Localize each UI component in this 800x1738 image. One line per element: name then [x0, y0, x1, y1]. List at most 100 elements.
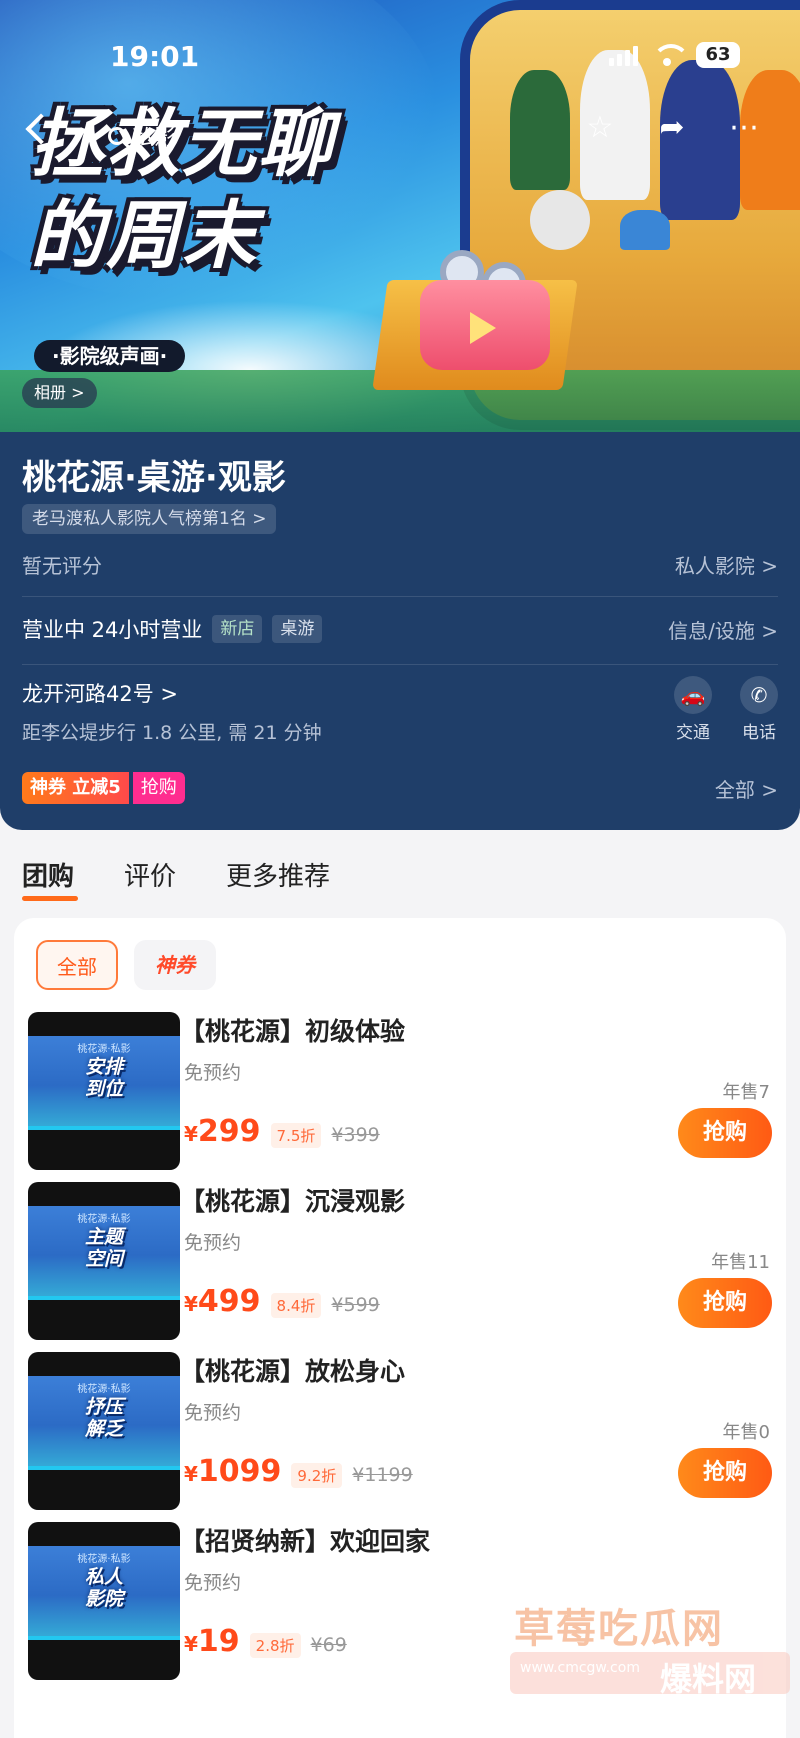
filter-all[interactable]: 全部: [36, 940, 118, 990]
watermark-text: 草莓吃瓜网: [514, 1606, 724, 1652]
category-link[interactable]: 私人影院 >: [675, 550, 778, 579]
hero-banner[interactable]: 拯救无聊 的周末 ·影院级声画· 相册 > 19:01 63 私影 ☆ ➦ ⋯: [0, 0, 800, 440]
coupon-grab-button[interactable]: 抢购: [132, 772, 185, 804]
deal-discount: 2.8折: [249, 1633, 301, 1658]
deal-thumbnail: 桃花源·私影 抒压 解乏: [28, 1352, 180, 1510]
tab-reviews[interactable]: 评价: [124, 856, 176, 893]
transport-button[interactable]: 🚗 交通: [674, 676, 712, 743]
deal-price: 1099: [197, 1454, 282, 1489]
currency-symbol: ¥: [184, 1632, 198, 1656]
watermark-text: 爆料网: [660, 1660, 757, 1698]
deal-subtitle: 免预约: [184, 1232, 242, 1254]
contact-actions: 🚗 交通 ✆ 电话: [674, 676, 778, 743]
album-button[interactable]: 相册 >: [22, 378, 97, 408]
deal-title: 【桃花源】沉浸观影: [180, 1187, 406, 1216]
deal-item[interactable]: 桃花源·私影 主题 空间 【桃花源】沉浸观影 免预约 ¥ 499 8.4折 ¥5…: [14, 1176, 786, 1346]
deal-discount: 8.4折: [270, 1293, 322, 1318]
deal-title: 【桃花源】放松身心: [180, 1357, 406, 1386]
thumbnail-stripe: [28, 1296, 180, 1300]
coupon-banner[interactable]: 神券 立减5 抢购: [22, 772, 185, 804]
deal-sold-count: 年售0: [722, 1422, 770, 1443]
currency-symbol: ¥: [184, 1292, 198, 1316]
deal-price-row: ¥ 299 7.5折 ¥399: [184, 1114, 380, 1149]
info-facilities-link[interactable]: 信息/设施 >: [668, 615, 778, 644]
deal-item[interactable]: 桃花源·私影 安排 到位 【桃花源】初级体验 免预约 ¥ 299 7.5折 ¥3…: [14, 1006, 786, 1176]
deal-price-row: ¥ 19 2.8折 ¥69: [184, 1624, 347, 1659]
tab-more-recommendations[interactable]: 更多推荐: [226, 856, 330, 893]
divider: [22, 596, 778, 597]
hero-title: 拯救无聊 的周末: [30, 98, 450, 282]
thumbnail-stripe: [28, 1126, 180, 1130]
signal-icon: [609, 44, 638, 66]
coupon-discount: 神券 立减5: [22, 772, 129, 804]
buy-button[interactable]: 抢购: [678, 1448, 772, 1498]
car-icon: 🚗: [674, 676, 712, 714]
deal-discount: 7.5折: [270, 1123, 322, 1148]
divider: [22, 664, 778, 665]
deal-thumbnail: 桃花源·私影 安排 到位: [28, 1012, 180, 1170]
currency-symbol: ¥: [184, 1122, 198, 1146]
thumbnail-brand: 桃花源·私影: [77, 1214, 131, 1225]
thumbnail-stripe: [28, 1466, 180, 1470]
transport-label: 交通: [676, 723, 710, 743]
more-icon[interactable]: ⋯: [728, 112, 760, 144]
search-bar[interactable]: 私影: [108, 120, 176, 152]
thumbnail-caption-line: 抒压: [84, 1396, 123, 1418]
status-indicators: 63: [609, 42, 740, 68]
search-icon: [108, 127, 126, 145]
hours-group: 营业中 24小时营业 新店 桌游: [22, 614, 323, 644]
all-coupons-link[interactable]: 全部 >: [715, 774, 778, 803]
deal-price: 19: [197, 1624, 240, 1659]
filter-coupon[interactable]: 神券: [134, 940, 216, 990]
deal-price: 299: [197, 1114, 261, 1149]
thumbnail-caption-line: 安排: [84, 1056, 123, 1078]
deal-price-row: ¥ 499 8.4折 ¥599: [184, 1284, 380, 1319]
hours-row[interactable]: 营业中 24小时营业 新店 桌游 信息/设施 >: [22, 606, 778, 652]
thumbnail-caption-line: 影院: [84, 1588, 123, 1610]
tab-group-buy[interactable]: 团购: [22, 856, 74, 893]
address-text[interactable]: 龙开河路42号 >: [22, 678, 322, 708]
thumbnail-brand: 桃花源·私影: [77, 1044, 131, 1055]
deal-item[interactable]: 桃花源·私影 抒压 解乏 【桃花源】放松身心 免预约 ¥ 1099 9.2折 ¥…: [14, 1346, 786, 1516]
star-icon[interactable]: ☆: [584, 112, 616, 144]
figure-art: [510, 70, 570, 190]
deal-title: 【招贤纳新】欢迎回家: [180, 1527, 431, 1556]
deal-title: 【桃花源】初级体验: [180, 1017, 406, 1046]
store-info-card: 桃花源·桌游·观影 老马渡私人影院人气榜第1名 > 暂无评分 私人影院 > 营业…: [0, 432, 800, 830]
phone-button[interactable]: ✆ 电话: [740, 676, 778, 743]
section-tabs: 团购 评价 更多推荐: [0, 830, 800, 910]
deal-discount: 9.2折: [291, 1463, 343, 1488]
currency-symbol: ¥: [184, 1462, 198, 1486]
tag-new: 新店: [212, 615, 263, 643]
phone-icon: ✆: [740, 676, 778, 714]
rank-chip[interactable]: 老马渡私人影院人气榜第1名 >: [22, 504, 277, 534]
buy-button[interactable]: 抢购: [678, 1108, 772, 1158]
thumbnail-caption-line: 到位: [84, 1078, 123, 1100]
hero-title-line: 的周末: [30, 193, 258, 279]
figure-art: [620, 210, 670, 250]
thumbnail-caption: 安排 到位: [28, 1056, 180, 1100]
thumbnail-caption-line: 主题: [84, 1226, 123, 1248]
share-icon[interactable]: ➦: [656, 112, 688, 144]
rating-row[interactable]: 暂无评分 私人影院 >: [22, 544, 778, 584]
thumbnail-stripe: [28, 1636, 180, 1640]
rating-text: 暂无评分: [22, 553, 102, 578]
battery-indicator: 63: [696, 42, 740, 68]
deal-subtitle: 免预约: [184, 1062, 242, 1084]
coupon-row[interactable]: 神券 立减5 抢购 全部 >: [22, 770, 778, 806]
address-block[interactable]: 龙开河路42号 > 距李公堤步行 1.8 公里, 需 21 分钟: [22, 678, 322, 745]
figure-art: [530, 190, 590, 250]
deal-thumbnail: 桃花源·私影 私人 影院: [28, 1522, 180, 1680]
thumbnail-brand: 桃花源·私影: [77, 1554, 131, 1565]
thumbnail-caption-line: 空间: [84, 1248, 123, 1270]
thumbnail-caption-line: 解乏: [84, 1418, 123, 1440]
site-watermark: 草莓吃瓜网 www.cmcgw.com 爆料网: [510, 1596, 800, 1706]
deal-sold-count: 年售11: [711, 1252, 770, 1273]
deal-original-price: ¥599: [331, 1294, 380, 1316]
buy-button[interactable]: 抢购: [678, 1278, 772, 1328]
tab-active-indicator: [22, 896, 78, 901]
deal-original-price: ¥399: [331, 1124, 380, 1146]
store-name: 桃花源·桌游·观影: [22, 458, 286, 498]
thumbnail-caption: 私人 影院: [28, 1566, 180, 1610]
deal-original-price: ¥69: [310, 1634, 347, 1656]
